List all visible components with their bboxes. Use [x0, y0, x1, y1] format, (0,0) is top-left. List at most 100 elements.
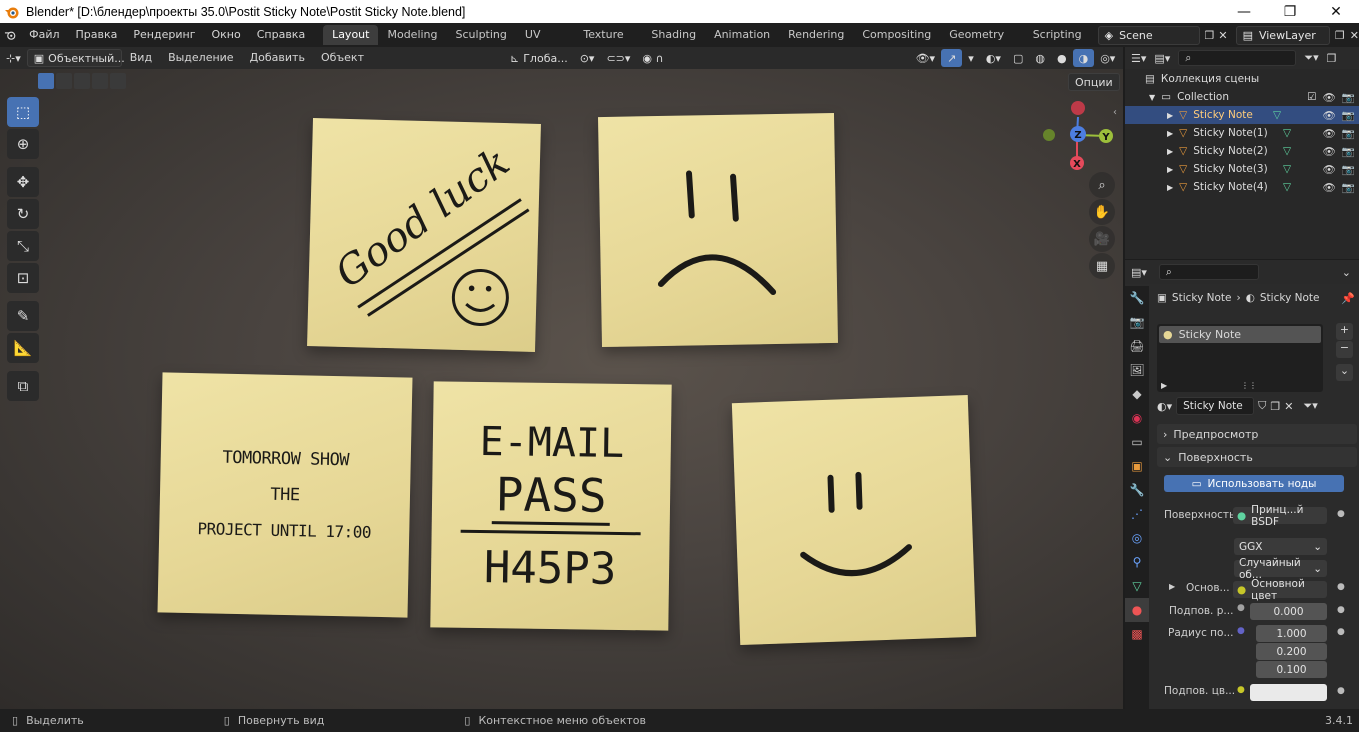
output-tab-icon[interactable]: 🖨 [1125, 334, 1149, 358]
measure-tool[interactable]: 📐 [7, 333, 39, 363]
subsurface-value-field[interactable]: 0.000 [1250, 603, 1327, 620]
tab-animation[interactable]: Animation [705, 25, 779, 45]
tab-shading[interactable]: Shading [642, 25, 705, 45]
camera-icon[interactable]: 🎥 [1089, 226, 1115, 252]
solid-shading-button[interactable]: ● [1051, 49, 1073, 67]
eye-icon[interactable]: 👁 [1323, 109, 1336, 122]
add-cube-tool[interactable]: ⧉ [7, 371, 39, 401]
eye-icon[interactable]: 👁 [1323, 181, 1336, 194]
radius-y-field[interactable]: 0.200 [1256, 643, 1327, 660]
collection-checkbox[interactable]: ☑ [1307, 91, 1316, 104]
keyframe-dot-icon[interactable]: ● [1337, 509, 1345, 519]
object-tab-icon[interactable]: ▣ [1125, 454, 1149, 478]
menu-add[interactable]: Добавить [242, 46, 313, 70]
new-collection-icon[interactable]: ❐ [1327, 52, 1337, 65]
modifier-tab-icon[interactable]: 🔧 [1125, 478, 1149, 502]
subsurface-color-swatch[interactable] [1250, 684, 1327, 701]
select-box-tool[interactable]: ⬚ [7, 97, 39, 127]
outliner-item-sticky-note-4[interactable]: ▶ ▽ Sticky Note(4) ▽ 👁 📷 [1125, 178, 1359, 196]
orientation-dropdown[interactable]: ⊾ Глоба... [504, 49, 574, 67]
tool-tab-icon[interactable]: 🔧 [1125, 286, 1149, 310]
menu-render[interactable]: Рендеринг [125, 23, 203, 47]
tab-uv-editing[interactable]: UV Editing [516, 25, 574, 61]
eye-icon[interactable]: 👁 [1323, 91, 1336, 104]
tab-modeling[interactable]: Modeling [378, 25, 446, 45]
pan-hand-icon[interactable]: ✋ [1089, 199, 1115, 225]
scale-tool[interactable]: ⤡ [7, 231, 39, 261]
select-subtract-icon[interactable] [74, 73, 90, 89]
options-dropdown[interactable]: Опции [1068, 73, 1120, 91]
texture-tab-icon[interactable]: ▩ [1125, 622, 1149, 646]
menu-help[interactable]: Справка [249, 23, 313, 47]
keyframe-dot-icon[interactable]: ● [1337, 686, 1345, 696]
constraints-tab-icon[interactable]: ⚲ [1125, 550, 1149, 574]
delete-view-layer-icon[interactable]: ✕ [1350, 29, 1359, 42]
camera-render-icon[interactable]: 📷 [1342, 145, 1355, 158]
maximize-button[interactable]: ❐ [1267, 0, 1313, 23]
expand-arrow-icon[interactable]: ▼ [1149, 93, 1155, 102]
keyframe-dot-icon[interactable]: ● [1337, 582, 1345, 592]
filter-icon[interactable]: ⏷▾ [1304, 51, 1318, 65]
eye-icon[interactable]: 👁 [1323, 163, 1336, 176]
tab-scripting[interactable]: Scripting [1024, 25, 1091, 45]
use-nodes-button[interactable]: ▭ Использовать ноды [1164, 475, 1344, 492]
outliner-item-sticky-note[interactable]: ▶ ▽ Sticky Note ▽ 👁 📷 [1125, 106, 1359, 124]
remove-slot-button[interactable]: − [1336, 341, 1353, 358]
sidebar-toggle-icon[interactable]: ‹ [1113, 107, 1117, 118]
node-link-icon[interactable]: ⏷▾ [1303, 399, 1317, 413]
material-tab-icon[interactable]: ● [1125, 598, 1149, 622]
outliner-item-sticky-note-3[interactable]: ▶ ▽ Sticky Note(3) ▽ 👁 📷 [1125, 160, 1359, 178]
material-slot-item[interactable]: ● Sticky Note [1159, 326, 1321, 343]
minimize-button[interactable]: — [1221, 0, 1267, 23]
new-scene-icon[interactable]: ❐ [1204, 29, 1214, 42]
properties-search-input[interactable]: ⌕ [1158, 264, 1259, 280]
delete-scene-icon[interactable]: ✕ [1218, 29, 1227, 42]
world-tab-icon[interactable]: ◉ [1125, 406, 1149, 430]
outliner-collection[interactable]: ▼ ▭ Collection ☑ 👁 📷 [1125, 88, 1359, 106]
display-mode-icon[interactable]: ▤▾ [1154, 52, 1170, 65]
expand-arrow-icon[interactable]: ▶ [1169, 582, 1175, 591]
menu-window[interactable]: Окно [203, 23, 248, 47]
proportional-toggle[interactable]: ◉ ∩ [636, 49, 669, 67]
editor-type-button[interactable]: ⊹▾ [0, 49, 27, 67]
keyframe-dot-icon[interactable]: ● [1337, 627, 1345, 637]
tab-texture-paint[interactable]: Texture Paint [574, 25, 642, 61]
gizmo-toggle[interactable]: ↗ [941, 49, 963, 67]
menu-file[interactable]: Файл [21, 23, 67, 47]
close-button[interactable]: ✕ [1313, 0, 1359, 23]
camera-render-icon[interactable]: 📷 [1342, 127, 1355, 140]
outliner-search-input[interactable]: ⌕ [1178, 50, 1297, 66]
eye-icon[interactable]: 👁 [1323, 145, 1336, 158]
material-name-field[interactable]: Sticky Note [1176, 397, 1255, 415]
radius-z-field[interactable]: 0.100 [1256, 661, 1327, 678]
slot-specials-button[interactable]: ⌄ [1336, 364, 1353, 381]
mode-dropdown[interactable]: ▣ Объектный... [26, 49, 125, 67]
cursor-tool[interactable]: ⊕ [7, 129, 39, 159]
camera-render-icon[interactable]: 📷 [1342, 181, 1355, 194]
render-tab-icon[interactable]: 📷 [1125, 310, 1149, 334]
outliner-item-sticky-note-1[interactable]: ▶ ▽ Sticky Note(1) ▽ 👁 📷 [1125, 124, 1359, 142]
menu-select[interactable]: Выделение [160, 46, 242, 70]
eye-icon[interactable]: 👁 [1323, 127, 1336, 140]
chevron-down-icon[interactable]: ⌄ [1342, 266, 1351, 279]
preview-panel-header[interactable]: › Предпросмотр [1157, 424, 1357, 444]
blender-menu-icon[interactable] [0, 25, 21, 45]
annotate-tool[interactable]: ✎ [7, 301, 39, 331]
material-shading-button[interactable]: ◑ [1072, 49, 1095, 67]
material-browse-icon[interactable]: ◐▾ [1157, 400, 1172, 413]
wireframe-shading-button[interactable]: ◍ [1029, 49, 1051, 67]
duplicate-material-icon[interactable]: ❐ [1270, 400, 1280, 413]
pivot-dropdown[interactable]: ⊙▾ [574, 49, 601, 67]
base-color-field[interactable]: ● Основной цвет [1233, 578, 1327, 602]
view-layer-tab-icon[interactable]: 🖼 [1125, 358, 1149, 382]
surface-panel-header[interactable]: ⌄ Поверхность [1157, 447, 1357, 467]
rendered-shading-button[interactable]: ◎▾ [1094, 49, 1121, 67]
new-view-layer-icon[interactable]: ❐ [1335, 29, 1345, 42]
pin-icon[interactable]: 📌 [1341, 292, 1355, 305]
unlink-material-icon[interactable]: ✕ [1284, 400, 1293, 413]
xray-toggle[interactable]: ▢ [1007, 49, 1029, 67]
collection-tab-icon[interactable]: ▭ [1125, 430, 1149, 454]
gizmo-dropdown[interactable]: ▾ [962, 49, 980, 67]
3d-viewport[interactable]: Опции Good luck TOMORROW SHOW THE PROJEC… [0, 69, 1123, 709]
tab-layout[interactable]: Layout [323, 25, 379, 45]
